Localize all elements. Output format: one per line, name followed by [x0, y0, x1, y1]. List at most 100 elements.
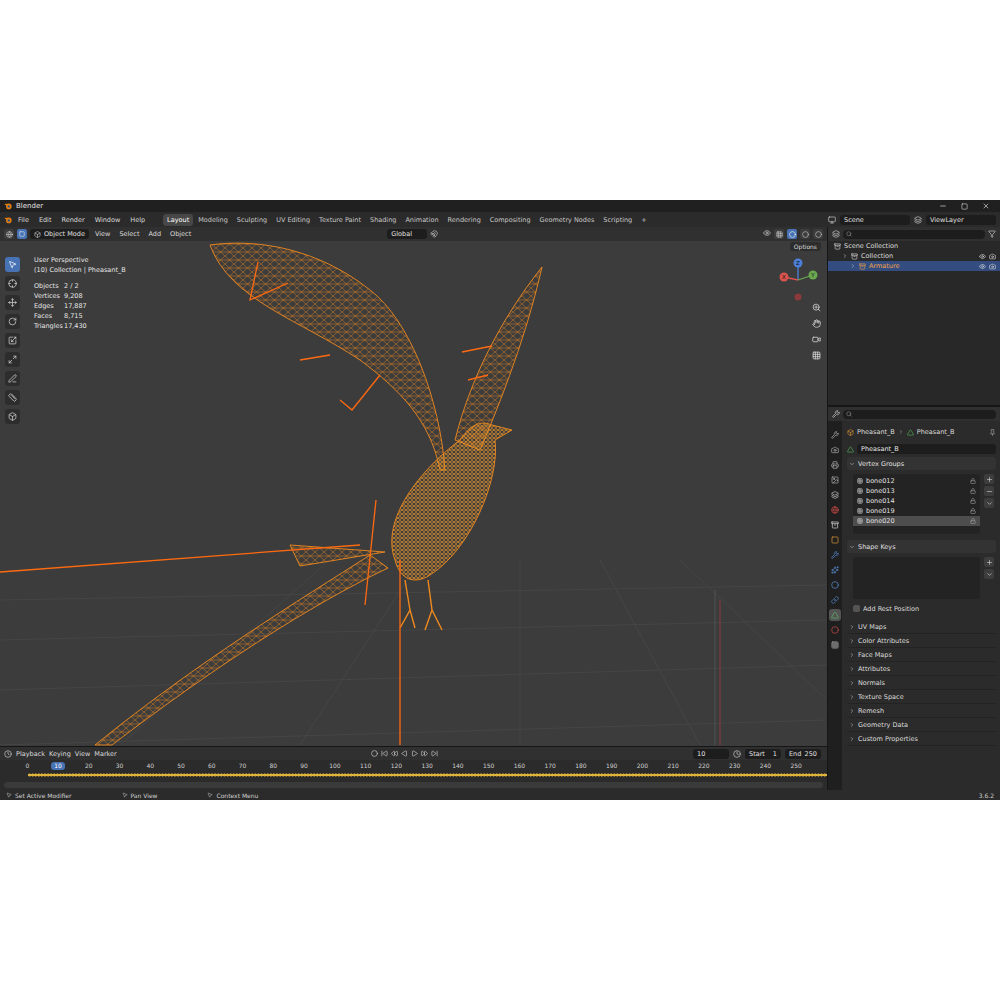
panel-header[interactable]: Attributes — [847, 663, 996, 676]
properties-tab[interactable] — [829, 534, 841, 546]
properties-tab[interactable] — [829, 639, 841, 651]
workspace-tab[interactable]: Layout — [163, 214, 193, 226]
specials-button[interactable] — [984, 569, 994, 579]
properties-tab[interactable] — [829, 474, 841, 486]
render-shading-button[interactable] — [813, 229, 823, 239]
panel-header[interactable]: Color Attributes — [847, 635, 996, 648]
pin-icon[interactable] — [989, 429, 996, 436]
lock-icon[interactable] — [970, 488, 976, 494]
workspace-tab[interactable]: Texture Paint — [315, 214, 365, 226]
current-frame-field[interactable]: 10 — [693, 749, 729, 759]
workspace-tab[interactable]: UV Editing — [272, 214, 314, 226]
panel-header[interactable]: Texture Space — [847, 691, 996, 704]
panel-header[interactable]: Remesh — [847, 705, 996, 718]
add-button[interactable] — [984, 557, 994, 567]
mode-dropdown[interactable]: Object Mode — [30, 229, 89, 239]
preview-range-icon[interactable] — [733, 750, 741, 758]
panel-header[interactable]: Shape Keys — [847, 540, 996, 553]
menu-item[interactable]: Window — [91, 215, 125, 225]
tool-button[interactable] — [5, 314, 20, 329]
wireframe-shading-button[interactable] — [774, 229, 784, 239]
timeline-scrollbar[interactable] — [4, 782, 823, 788]
outliner-row[interactable]: Armature — [828, 261, 1000, 271]
editor-type-button[interactable] — [4, 229, 14, 239]
add-workspace-button[interactable]: + — [637, 214, 650, 226]
visibility-icon[interactable] — [979, 253, 986, 260]
axis-gizmo-icon[interactable]: XYZ — [773, 255, 823, 305]
remove-button[interactable] — [984, 486, 994, 496]
keyframe-strip[interactable] — [28, 771, 827, 779]
viewport-menu-item[interactable]: Select — [116, 230, 142, 238]
start-frame-field[interactable]: Start1 — [745, 749, 781, 759]
scene-field[interactable]: Scene — [840, 215, 910, 225]
options-button[interactable]: Options — [790, 242, 821, 251]
properties-tab[interactable] — [829, 519, 841, 531]
snap-icon[interactable] — [430, 230, 438, 238]
expand-icon[interactable] — [842, 253, 848, 259]
ortho-toggle-button[interactable] — [810, 349, 822, 361]
panel-header[interactable]: Custom Properties — [847, 733, 996, 746]
menu-item[interactable]: Help — [126, 215, 149, 225]
lock-icon[interactable] — [970, 508, 976, 514]
jump-end-icon[interactable] — [431, 750, 438, 757]
play-reverse-icon[interactable] — [401, 750, 408, 757]
outliner-editor-icon[interactable] — [832, 230, 840, 238]
properties-tab[interactable] — [829, 489, 841, 501]
close-icon[interactable] — [982, 202, 990, 210]
menu-item[interactable]: Edit — [35, 215, 56, 225]
view-layer-field[interactable]: ViewLayer — [926, 215, 996, 225]
filter-icon[interactable] — [988, 230, 996, 238]
workspace-tab[interactable]: Sculpting — [233, 214, 271, 226]
visibility-icon[interactable] — [979, 263, 986, 270]
viewport-menu-item[interactable]: Add — [145, 230, 164, 238]
rest-position-row[interactable]: Add Rest Position — [847, 603, 996, 614]
tool-button[interactable] — [5, 390, 20, 405]
properties-editor-icon[interactable] — [832, 410, 840, 418]
lock-icon[interactable] — [970, 498, 976, 504]
properties-tab[interactable] — [829, 594, 841, 606]
solid-shading-button[interactable] — [787, 229, 797, 239]
next-key-icon[interactable] — [421, 750, 428, 757]
tool-button[interactable] — [5, 257, 20, 272]
workspace-tab[interactable]: Shading — [366, 214, 400, 226]
workspace-tab[interactable]: Rendering — [444, 214, 485, 226]
orientation-dropdown[interactable]: Global — [387, 229, 427, 239]
timeline-editor-icon[interactable] — [4, 750, 12, 758]
frame-ruler[interactable]: 0102030405060708090100110120130140150160… — [0, 760, 827, 771]
tool-button[interactable] — [5, 371, 20, 386]
workspace-tab[interactable]: Animation — [401, 214, 442, 226]
select-mode-button[interactable] — [17, 229, 27, 239]
maximize-icon[interactable] — [961, 203, 968, 210]
workspace-tab[interactable]: Modeling — [194, 214, 232, 226]
play-icon[interactable] — [411, 750, 418, 757]
tool-button[interactable] — [5, 409, 20, 424]
properties-tab[interactable] — [829, 444, 841, 456]
expand-icon[interactable] — [850, 263, 856, 269]
properties-tab[interactable] — [829, 504, 841, 516]
tool-button[interactable] — [5, 295, 20, 310]
properties-tab[interactable] — [829, 459, 841, 471]
vertex-group-item[interactable]: bone019 — [853, 506, 980, 516]
timeline-menu-item[interactable]: Playback — [16, 750, 45, 758]
workspace-tab[interactable]: Compositing — [486, 214, 535, 226]
minimize-icon[interactable] — [939, 202, 947, 210]
workspace-tab[interactable]: Scripting — [599, 214, 636, 226]
specials-button[interactable] — [984, 498, 994, 508]
properties-tab[interactable] — [829, 579, 841, 591]
timeline-menu-item[interactable]: Keying — [49, 750, 71, 758]
material-shading-button[interactable] — [800, 229, 810, 239]
properties-tab[interactable] — [829, 624, 841, 636]
properties-tab[interactable] — [829, 609, 841, 621]
render-visibility-icon[interactable] — [989, 253, 996, 260]
visibility-icon[interactable] — [763, 229, 771, 237]
tool-button[interactable] — [5, 276, 20, 291]
vertex-group-item[interactable]: bone012 — [853, 476, 980, 486]
lock-icon[interactable] — [970, 518, 976, 524]
record-icon[interactable] — [371, 750, 378, 757]
zoom-button[interactable] — [810, 301, 822, 313]
viewport-menu-item[interactable]: Object — [167, 230, 194, 238]
outliner-search[interactable] — [843, 230, 985, 239]
end-frame-field[interactable]: End250 — [785, 749, 821, 759]
viewport-canvas[interactable]: User Perspective(10) Collection | Pheasa… — [0, 241, 827, 746]
outliner-row[interactable]: Scene Collection — [828, 241, 1000, 251]
